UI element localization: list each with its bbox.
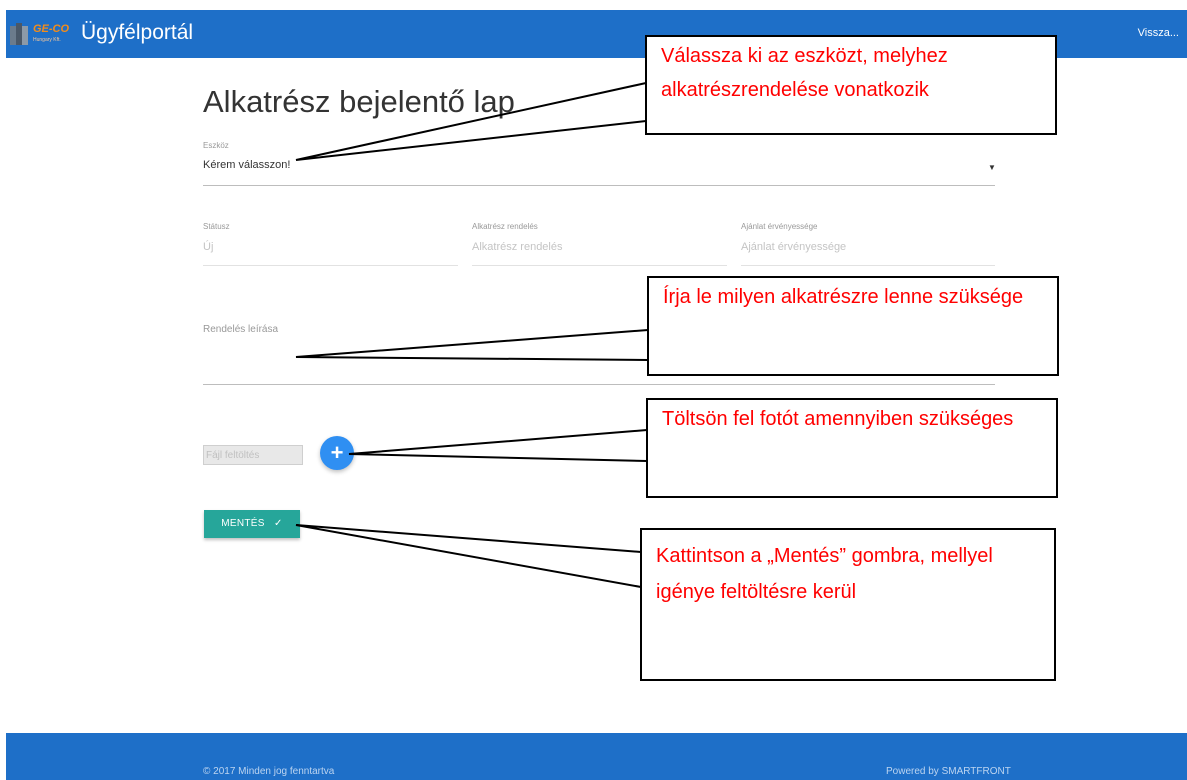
footer: © 2017 Minden jog fenntartva Powered by … <box>6 733 1187 780</box>
callout-upload: Töltsön fel fotót amennyiben szükséges <box>646 398 1058 498</box>
callout-description: Írja le milyen alkatrészre lenne szükség… <box>647 276 1059 376</box>
callout-device: Válassza ki az eszközt, melyhez alkatrés… <box>645 35 1057 135</box>
footer-copyright: © 2017 Minden jog fenntartva <box>203 766 335 777</box>
callout-save: Kattintson a „Mentés” gombra, mellyel ig… <box>640 528 1056 681</box>
footer-powered-by: Powered by SMARTFRONT <box>886 766 1011 777</box>
